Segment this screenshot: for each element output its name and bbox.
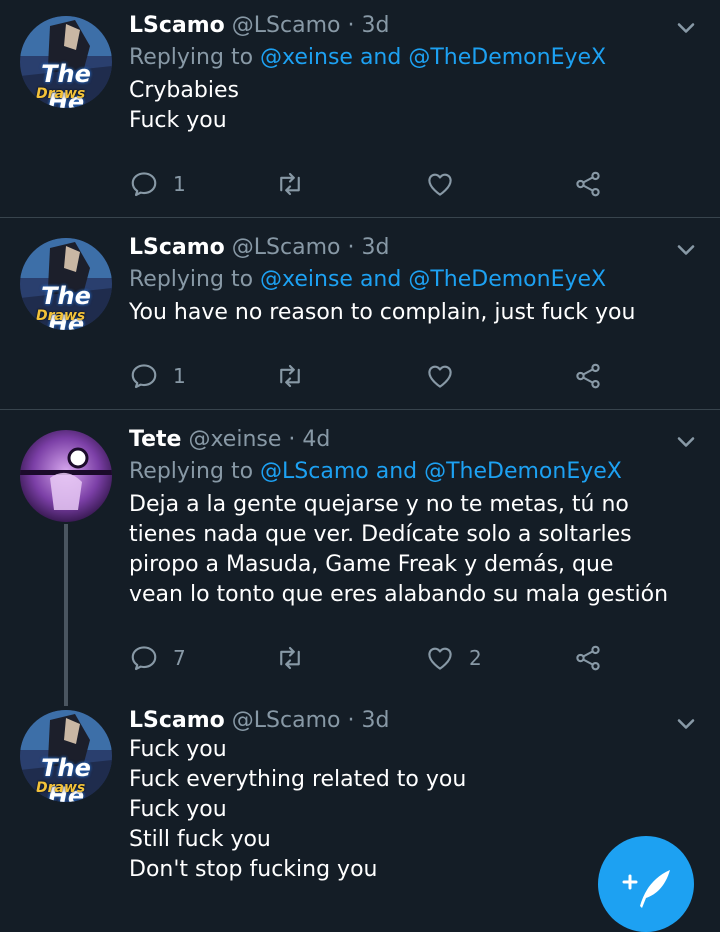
timestamp[interactable]: 3d xyxy=(362,235,390,260)
tweet-body: LScamo @LScamo · 3d Replying to @xeinse … xyxy=(129,234,680,328)
share-icon xyxy=(573,643,603,673)
replying-to: Replying to @xeinse and @TheDemonEyeX xyxy=(129,44,680,72)
like-button[interactable] xyxy=(425,166,455,202)
user-handle[interactable]: @LScamo xyxy=(232,235,341,260)
timestamp[interactable]: 4d xyxy=(302,427,330,452)
tweet-text: You have no reason to complain, just fuc… xyxy=(129,298,680,328)
retweet-icon xyxy=(275,643,305,673)
heart-icon xyxy=(425,361,455,391)
tweet-header: Tete @xeinse · 4d xyxy=(129,426,680,454)
tweet-text: Crybabies Fuck you xyxy=(129,76,680,136)
like-button[interactable]: 2 xyxy=(425,640,482,676)
reply-icon xyxy=(129,169,159,199)
avatar[interactable]: The He Draws xyxy=(20,710,112,802)
chevron-down-icon[interactable] xyxy=(672,236,700,264)
tweet-text: Deja a la gente quejarse y no te metas, … xyxy=(129,490,669,610)
reply-button[interactable]: 1 xyxy=(129,166,186,202)
action-bar: 1 xyxy=(129,358,609,394)
tweet-body: LScamo @LScamo · 3d Fuck you Fuck everyt… xyxy=(129,707,680,885)
tweet-text: Fuck you Fuck everything related to you … xyxy=(129,735,680,885)
tweet-body: LScamo @LScamo · 3d Replying to @xeinse … xyxy=(129,12,680,136)
reply-icon xyxy=(129,643,159,673)
reply-icon xyxy=(129,361,159,391)
share-icon xyxy=(573,361,603,391)
action-bar: 7 2 xyxy=(129,640,609,676)
replying-to: Replying to @LScamo and @TheDemonEyeX xyxy=(129,458,680,486)
avatar-logo-sub: Draws xyxy=(36,86,86,102)
avatar-logo-sub: Draws xyxy=(36,308,86,324)
tweet-body: Tete @xeinse · 4d Replying to @LScamo an… xyxy=(129,426,680,610)
compose-icon xyxy=(622,870,670,908)
display-name[interactable]: LScamo xyxy=(129,235,225,260)
reply-mentions-link[interactable]: @LScamo and @TheDemonEyeX xyxy=(260,459,622,484)
avatar-logo-sub: Draws xyxy=(36,780,86,796)
replying-to: Replying to @xeinse and @TheDemonEyeX xyxy=(129,266,680,294)
avatar[interactable]: The He Draws xyxy=(20,16,112,108)
tweet-header: LScamo @LScamo · 3d xyxy=(129,234,680,262)
user-handle[interactable]: @LScamo xyxy=(232,708,341,733)
tweet-text-line: Crybabies xyxy=(129,78,239,103)
avatar[interactable] xyxy=(20,430,112,522)
tweet-text-line: You have no reason to complain, just fuc… xyxy=(129,300,636,325)
chevron-down-icon[interactable] xyxy=(672,14,700,42)
separator-dot: · xyxy=(347,13,355,38)
tweet[interactable]: The He Draws LScamo @LScamo · 3d Replyin… xyxy=(0,218,720,408)
tweet-text-line: Deja a la gente quejarse y no te metas, … xyxy=(129,492,669,607)
display-name[interactable]: LScamo xyxy=(129,708,225,733)
chevron-down-icon[interactable] xyxy=(672,710,700,738)
reply-count: 7 xyxy=(173,646,186,670)
tweet-header: LScamo @LScamo · 3d xyxy=(129,707,680,735)
thread-connector xyxy=(64,524,68,706)
tweet-text-line: Fuck you xyxy=(129,797,227,822)
compose-button[interactable] xyxy=(598,836,694,932)
share-button[interactable] xyxy=(573,166,603,202)
share-icon xyxy=(573,169,603,199)
like-count: 2 xyxy=(469,646,482,670)
retweet-icon xyxy=(275,361,305,391)
retweet-button[interactable] xyxy=(275,640,305,676)
retweet-icon xyxy=(275,169,305,199)
heart-icon xyxy=(425,643,455,673)
like-button[interactable] xyxy=(425,358,455,394)
user-handle[interactable]: @xeinse xyxy=(188,427,281,452)
replying-to-label: Replying to xyxy=(129,459,254,484)
tweet-text-line: Fuck you xyxy=(129,108,227,133)
user-handle[interactable]: @LScamo xyxy=(232,13,341,38)
tweet-text-line: Fuck you xyxy=(129,737,227,762)
display-name[interactable]: LScamo xyxy=(129,13,225,38)
reply-button[interactable]: 1 xyxy=(129,358,186,394)
avatar-image xyxy=(20,430,112,522)
reply-mentions-link[interactable]: @xeinse and @TheDemonEyeX xyxy=(260,45,606,70)
tweet-text-line: Fuck everything related to you xyxy=(129,767,467,792)
reply-button[interactable]: 7 xyxy=(129,640,186,676)
share-button[interactable] xyxy=(573,358,603,394)
timestamp[interactable]: 3d xyxy=(362,13,390,38)
reply-mentions-link[interactable]: @xeinse and @TheDemonEyeX xyxy=(260,267,606,292)
replying-to-label: Replying to xyxy=(129,45,254,70)
reply-count: 1 xyxy=(173,172,186,196)
action-bar: 1 xyxy=(129,166,609,202)
avatar[interactable]: The He Draws xyxy=(20,238,112,330)
retweet-button[interactable] xyxy=(275,358,305,394)
tweet[interactable]: The He Draws LScamo @LScamo · 3d Replyin… xyxy=(0,0,720,217)
separator-dot: · xyxy=(347,708,355,733)
share-button[interactable] xyxy=(573,640,603,676)
tweet-text-line: Still fuck you xyxy=(129,827,271,852)
replying-to-label: Replying to xyxy=(129,267,254,292)
tweet-header: LScamo @LScamo · 3d xyxy=(129,12,680,40)
heart-icon xyxy=(425,169,455,199)
retweet-button[interactable] xyxy=(275,166,305,202)
timestamp[interactable]: 3d xyxy=(362,708,390,733)
separator-dot: · xyxy=(288,427,296,452)
display-name[interactable]: Tete xyxy=(129,427,181,452)
separator-dot: · xyxy=(347,235,355,260)
chevron-down-icon[interactable] xyxy=(672,428,700,456)
tweet[interactable]: Tete @xeinse · 4d Replying to @LScamo an… xyxy=(0,410,720,706)
reply-count: 1 xyxy=(173,364,186,388)
